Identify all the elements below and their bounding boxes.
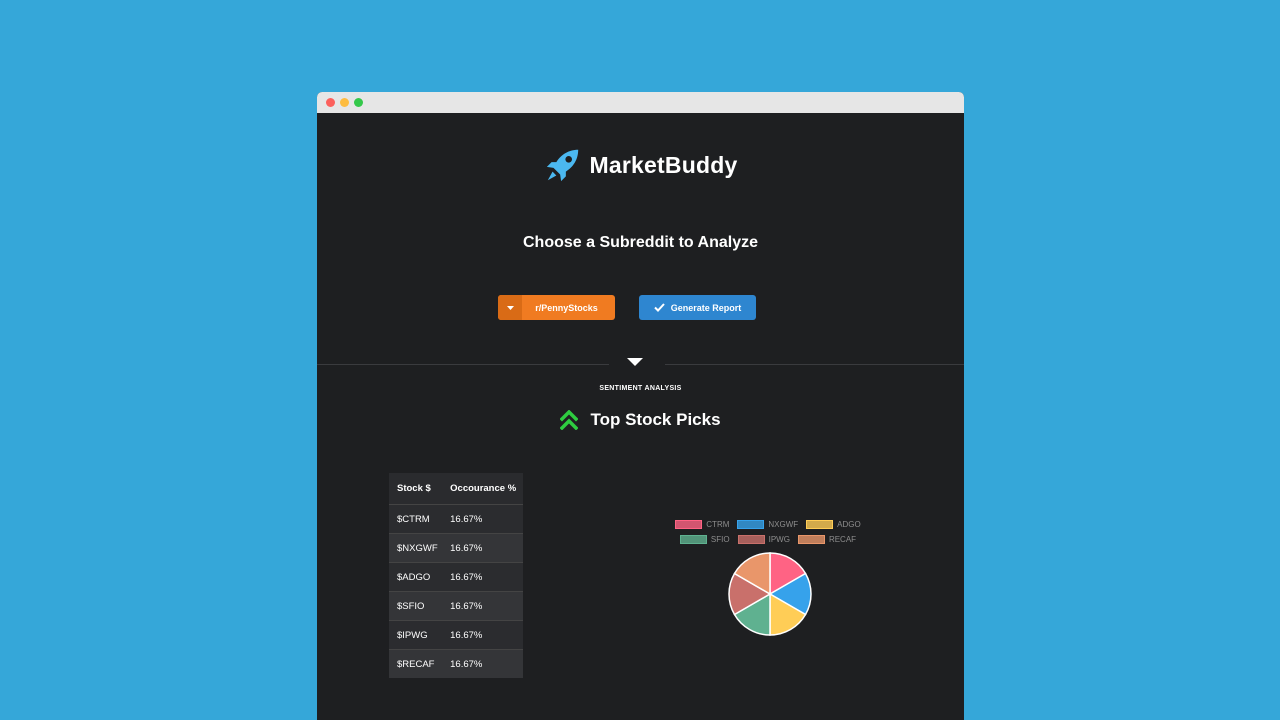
cell-stock: $NXGWF (389, 533, 443, 563)
legend-swatch (737, 535, 765, 544)
section-divider-left (317, 364, 609, 365)
table-row: $SFIO 16.67% (389, 591, 523, 621)
legend-item-ipwg[interactable]: IPWG (737, 535, 790, 544)
legend-swatch (679, 535, 707, 544)
legend-label: RECAF (828, 535, 857, 544)
legend-label: NXGWF (768, 520, 799, 529)
legend-item-ctrm[interactable]: CTRM (675, 520, 729, 529)
table-row: $RECAF 16.67% (389, 649, 523, 678)
table-header-row: Stock $ Occourance % (389, 473, 523, 505)
generate-report-label: Generate Report (670, 302, 742, 313)
minimize-window-dot[interactable] (340, 98, 349, 107)
app-name: MarketBuddy (589, 151, 738, 178)
table-row: $NXGWF 16.67% (389, 533, 523, 563)
column-header-stock: Stock $ (389, 473, 443, 505)
section-divider-right (665, 364, 964, 365)
section-title: Top Stock Picks (317, 410, 964, 430)
legend-swatch (675, 520, 703, 529)
caret-down-icon (506, 305, 514, 310)
legend-item-adgo[interactable]: ADGO (806, 520, 861, 529)
pie-chart (728, 552, 812, 636)
window-titlebar (317, 92, 964, 113)
legend-label: SFIO (710, 535, 730, 544)
legend-item-nxgwf[interactable]: NXGWF (737, 520, 798, 529)
chart-legend: CTRM NXGWF ADGO SFIO IPWG RECAF (673, 520, 863, 550)
stock-table: Stock $ Occourance % $CTRM 16.67% $NXGWF… (389, 473, 523, 678)
cell-occurance: 16.67% (442, 562, 523, 592)
subreddit-label: r/PennyStocks (535, 302, 598, 313)
section-label: SENTIMENT ANALYSIS (599, 385, 682, 392)
cell-stock: $ADGO (389, 562, 443, 592)
cell-occurance: 16.67% (442, 649, 523, 678)
close-window-dot[interactable] (326, 98, 335, 107)
browser-window: MarketBuddy Choose a Subreddit to Analyz… (317, 92, 964, 720)
cell-occurance: 16.67% (442, 591, 523, 621)
legend-swatch (797, 535, 825, 544)
legend-label: ADGO (837, 520, 861, 529)
rocket-icon (546, 149, 578, 182)
legend-swatch (737, 520, 765, 529)
legend-item-recaf[interactable]: RECAF (797, 535, 857, 544)
generate-report-button[interactable]: Generate Report (639, 295, 756, 320)
legend-label: IPWG (768, 535, 790, 544)
cell-stock: $IPWG (389, 620, 443, 650)
table-row: $CTRM 16.67% (389, 504, 523, 534)
cell-occurance: 16.67% (442, 504, 523, 534)
legend-swatch (806, 520, 834, 529)
table-row: $IPWG 16.67% (389, 620, 523, 650)
table-row: $ADGO 16.67% (389, 562, 523, 592)
cell-stock: $CTRM (389, 504, 443, 534)
page-heading: Choose a Subreddit to Analyze (523, 234, 758, 251)
cell-occurance: 16.67% (442, 620, 523, 650)
section-title-text: Top Stock Picks (590, 410, 721, 429)
legend-label: CTRM (706, 520, 730, 529)
column-header-occurance: Occourance % (442, 473, 523, 505)
maximize-window-dot[interactable] (354, 98, 363, 107)
cell-occurance: 16.67% (442, 533, 523, 563)
dropdown-caret[interactable] (498, 295, 522, 320)
cell-stock: $RECAF (389, 649, 443, 678)
triangle-down-icon (627, 358, 643, 366)
legend-item-sfio[interactable]: SFIO (679, 535, 730, 544)
cell-stock: $SFIO (389, 591, 443, 621)
double-chevron-up-icon (560, 410, 579, 430)
check-icon (654, 303, 665, 312)
subreddit-dropdown-button[interactable]: r/PennyStocks (498, 295, 615, 320)
app-logo: MarketBuddy (317, 146, 964, 184)
